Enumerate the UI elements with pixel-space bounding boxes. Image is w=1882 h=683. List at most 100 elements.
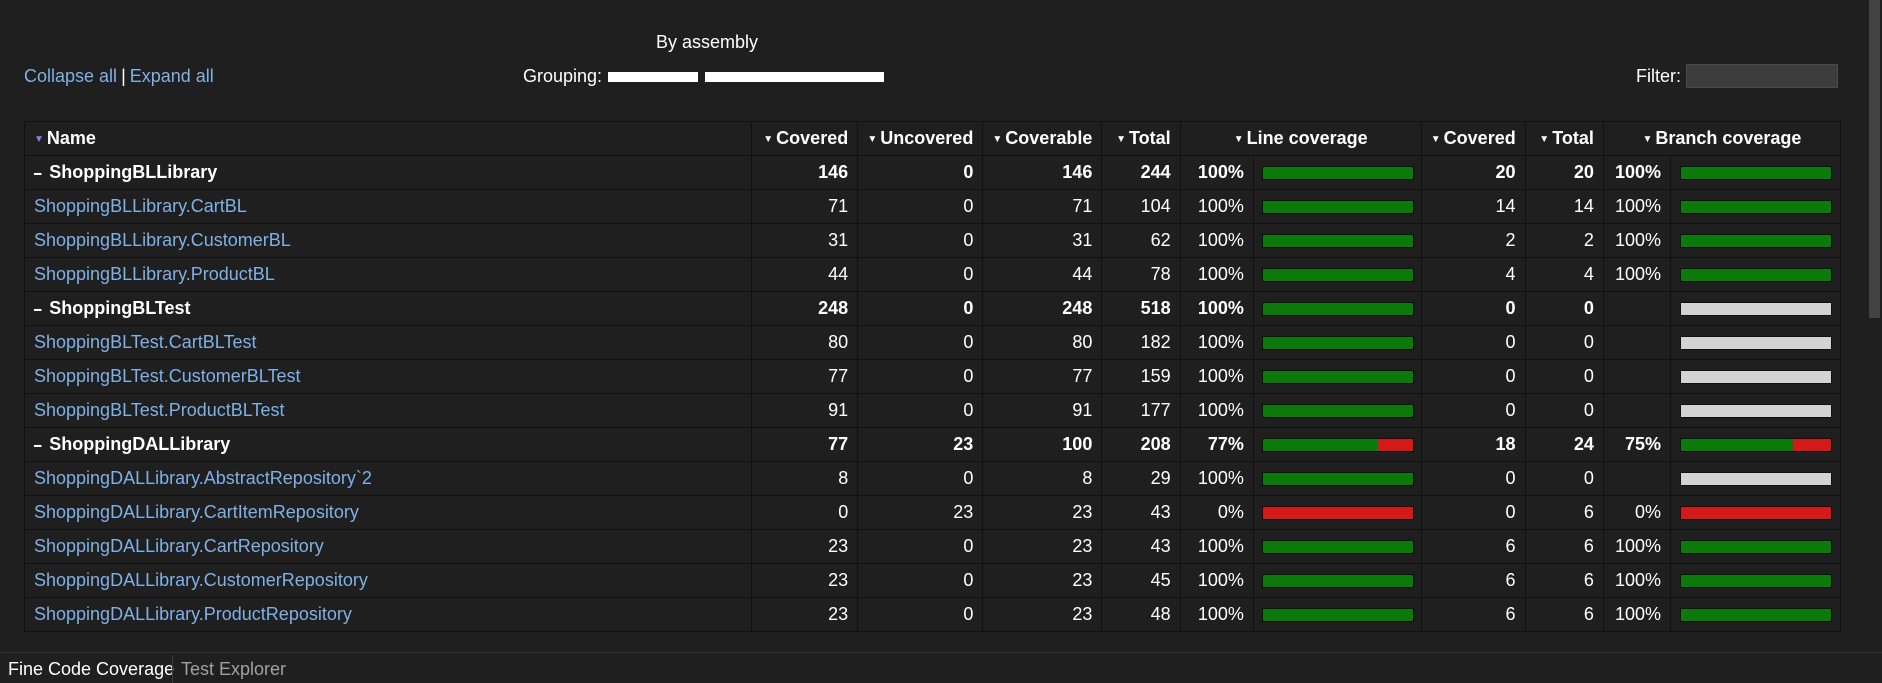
grouping-slider[interactable] <box>608 72 886 82</box>
row-name-cell[interactable]: ShoppingBLTest.CartBLTest <box>24 325 753 360</box>
class-row[interactable]: ShoppingBLLibrary.CustomerBL 31 0 31 62 100% 2… <box>24 223 1841 258</box>
filter-input[interactable] <box>1686 64 1838 88</box>
tab-fine-code-coverage[interactable]: Fine Code Coverage <box>0 655 183 683</box>
cell-uncovered: 0 <box>857 393 984 428</box>
line-coverage-bar <box>1261 471 1414 486</box>
class-row[interactable]: ShoppingBLTest.CustomerBLTest 77 0 77 159 100… <box>24 359 1841 394</box>
expand-all-link[interactable]: Expand all <box>130 66 214 86</box>
col-header-branch-covered[interactable]: ▼ Covered <box>1420 121 1526 156</box>
assembly-row[interactable]: ━ ShoppingBLLibrary 146 0 146 244 100% 20 20 100% <box>24 155 1841 190</box>
col-header-uncovered[interactable]: ▼ Uncovered <box>857 121 984 156</box>
row-name-cell[interactable]: ━ ShoppingBLTest <box>24 291 753 326</box>
row-name-cell[interactable]: ShoppingBLLibrary.ProductBL <box>24 257 753 292</box>
col-header-line-coverage[interactable]: ▼ Line coverage <box>1179 121 1422 156</box>
class-link[interactable]: ShoppingBLLibrary.CartBL <box>34 196 247 216</box>
cell-uncovered: 0 <box>857 223 984 258</box>
row-name-cell[interactable]: ShoppingBLTest.CustomerBLTest <box>24 359 753 394</box>
col-header-branch-total[interactable]: ▼ Total <box>1524 121 1604 156</box>
cell-b-total: 0 <box>1524 359 1604 394</box>
col-header-total[interactable]: ▼ Total <box>1101 121 1181 156</box>
class-row[interactable]: ShoppingBLTest.CartBLTest 80 0 80 182 100% 0 0 <box>24 325 1841 360</box>
col-header-coverable[interactable]: ▼ Coverable <box>982 121 1103 156</box>
row-name-cell[interactable]: ShoppingDALLibrary.CartRepository <box>24 529 753 564</box>
assembly-row[interactable]: ━ ShoppingDALLibrary 77 23 100 208 77% 18 24 75% <box>24 427 1841 462</box>
coverage-table-body: ━ ShoppingBLLibrary 146 0 146 244 100% 20 20 100%… <box>24 155 1841 632</box>
row-name-cell[interactable]: ShoppingBLLibrary.CustomerBL <box>24 223 753 258</box>
covered-fill <box>1262 574 1413 587</box>
cell-line-pct: 100% <box>1179 291 1254 326</box>
class-link[interactable]: ShoppingBLLibrary.CustomerBL <box>34 230 291 250</box>
cell-line-pct: 77% <box>1179 427 1254 462</box>
row-name-cell[interactable]: ShoppingDALLibrary.CustomerRepository <box>24 563 753 598</box>
cell-coverable: 146 <box>982 155 1103 190</box>
row-name-cell[interactable]: ShoppingBLLibrary.CartBL <box>24 189 753 224</box>
row-name-cell[interactable]: ShoppingDALLibrary.CartItemRepository <box>24 495 753 530</box>
collapse-expand-links: Collapse all | Expand all <box>24 66 214 87</box>
row-name-cell[interactable]: ShoppingDALLibrary.AbstractRepository`2 <box>24 461 753 496</box>
assembly-name: ShoppingBLTest <box>49 298 191 318</box>
cell-total: 244 <box>1101 155 1181 190</box>
row-name-cell[interactable]: ━ ShoppingDALLibrary <box>24 427 753 462</box>
covered-fill <box>1262 234 1413 247</box>
link-separator: | <box>121 66 126 86</box>
cell-b-total: 0 <box>1524 291 1604 326</box>
class-link[interactable]: ShoppingDALLibrary.AbstractRepository`2 <box>34 468 372 488</box>
minus-icon[interactable]: ━ <box>34 439 41 453</box>
collapse-all-link[interactable]: Collapse all <box>24 66 117 86</box>
row-name-cell[interactable]: ShoppingBLTest.ProductBLTest <box>24 393 753 428</box>
class-link[interactable]: ShoppingDALLibrary.CustomerRepository <box>34 570 368 590</box>
col-header-branch-coverage[interactable]: ▼ Branch coverage <box>1602 121 1841 156</box>
covered-fill <box>1262 404 1413 417</box>
grouping-title: By assembly <box>656 32 759 52</box>
row-name-cell[interactable]: ShoppingDALLibrary.ProductRepository <box>24 597 753 632</box>
cell-line-pct: 100% <box>1179 597 1254 632</box>
covered-fill <box>1262 370 1413 383</box>
class-row[interactable]: ShoppingBLLibrary.CartBL 71 0 71 104 100% 14 14… <box>24 189 1841 224</box>
cell-branch-pct <box>1602 359 1672 394</box>
class-link[interactable]: ShoppingBLTest.CustomerBLTest <box>34 366 300 386</box>
branch-coverage-bar <box>1679 539 1832 554</box>
class-row[interactable]: ShoppingDALLibrary.CartItemRepository 0 23… <box>24 495 1841 530</box>
assembly-row[interactable]: ━ ShoppingBLTest 248 0 248 518 100% 0 0 <box>24 291 1841 326</box>
cell-b-total: 6 <box>1524 495 1604 530</box>
cell-line-pct: 0% <box>1179 495 1254 530</box>
minus-icon[interactable]: ━ <box>34 167 41 181</box>
col-header-name[interactable]: ▼ Name <box>24 121 753 156</box>
cell-branch-pct <box>1602 393 1672 428</box>
grouping-slider-track-right[interactable] <box>705 72 884 82</box>
class-link[interactable]: ShoppingBLTest.ProductBLTest <box>34 400 285 420</box>
row-name-cell[interactable]: ━ ShoppingBLLibrary <box>24 155 753 190</box>
cell-line-pct: 100% <box>1179 325 1254 360</box>
class-row[interactable]: ShoppingDALLibrary.AbstractRepository`2 8… <box>24 461 1841 496</box>
branch-coverage-bar-cell <box>1670 427 1841 462</box>
cell-covered: 77 <box>751 359 859 394</box>
line-coverage-bar <box>1261 369 1414 384</box>
filter-label: Filter: <box>1636 66 1681 86</box>
cell-uncovered: 0 <box>857 257 984 292</box>
class-row[interactable]: ShoppingDALLibrary.ProductRepository 23 0 2… <box>24 597 1841 632</box>
uncovered-fill <box>1262 506 1413 519</box>
col-header-covered[interactable]: ▼ Covered <box>751 121 859 156</box>
vertical-scrollbar[interactable] <box>1866 0 1882 648</box>
line-coverage-bar-cell <box>1252 257 1422 292</box>
scrollbar-thumb[interactable] <box>1869 0 1880 318</box>
branch-coverage-bar <box>1679 267 1832 282</box>
class-link[interactable]: ShoppingDALLibrary.ProductRepository <box>34 604 352 624</box>
tab-test-explorer[interactable]: Test Explorer <box>172 655 294 683</box>
cell-total: 62 <box>1101 223 1181 258</box>
class-row[interactable]: ShoppingBLTest.ProductBLTest 91 0 91 177 100%… <box>24 393 1841 428</box>
sort-down-icon: ▼ <box>867 133 878 145</box>
class-link[interactable]: ShoppingDALLibrary.CartItemRepository <box>34 502 359 522</box>
class-row[interactable]: ShoppingDALLibrary.CartRepository 23 0 23 43… <box>24 529 1841 564</box>
cell-covered: 44 <box>751 257 859 292</box>
branch-coverage-bar <box>1679 437 1832 452</box>
report-header: By assembly Collapse all | Expand all Grou… <box>0 0 1882 110</box>
class-link[interactable]: ShoppingBLTest.CartBLTest <box>34 332 256 352</box>
class-link[interactable]: ShoppingDALLibrary.CartRepository <box>34 536 324 556</box>
line-coverage-bar-cell <box>1252 563 1422 598</box>
grouping-slider-track-left[interactable] <box>608 72 698 82</box>
class-row[interactable]: ShoppingDALLibrary.CustomerRepository 23 0… <box>24 563 1841 598</box>
class-row[interactable]: ShoppingBLLibrary.ProductBL 44 0 44 78 100% 4 4… <box>24 257 1841 292</box>
class-link[interactable]: ShoppingBLLibrary.ProductBL <box>34 264 275 284</box>
minus-icon[interactable]: ━ <box>34 303 41 317</box>
